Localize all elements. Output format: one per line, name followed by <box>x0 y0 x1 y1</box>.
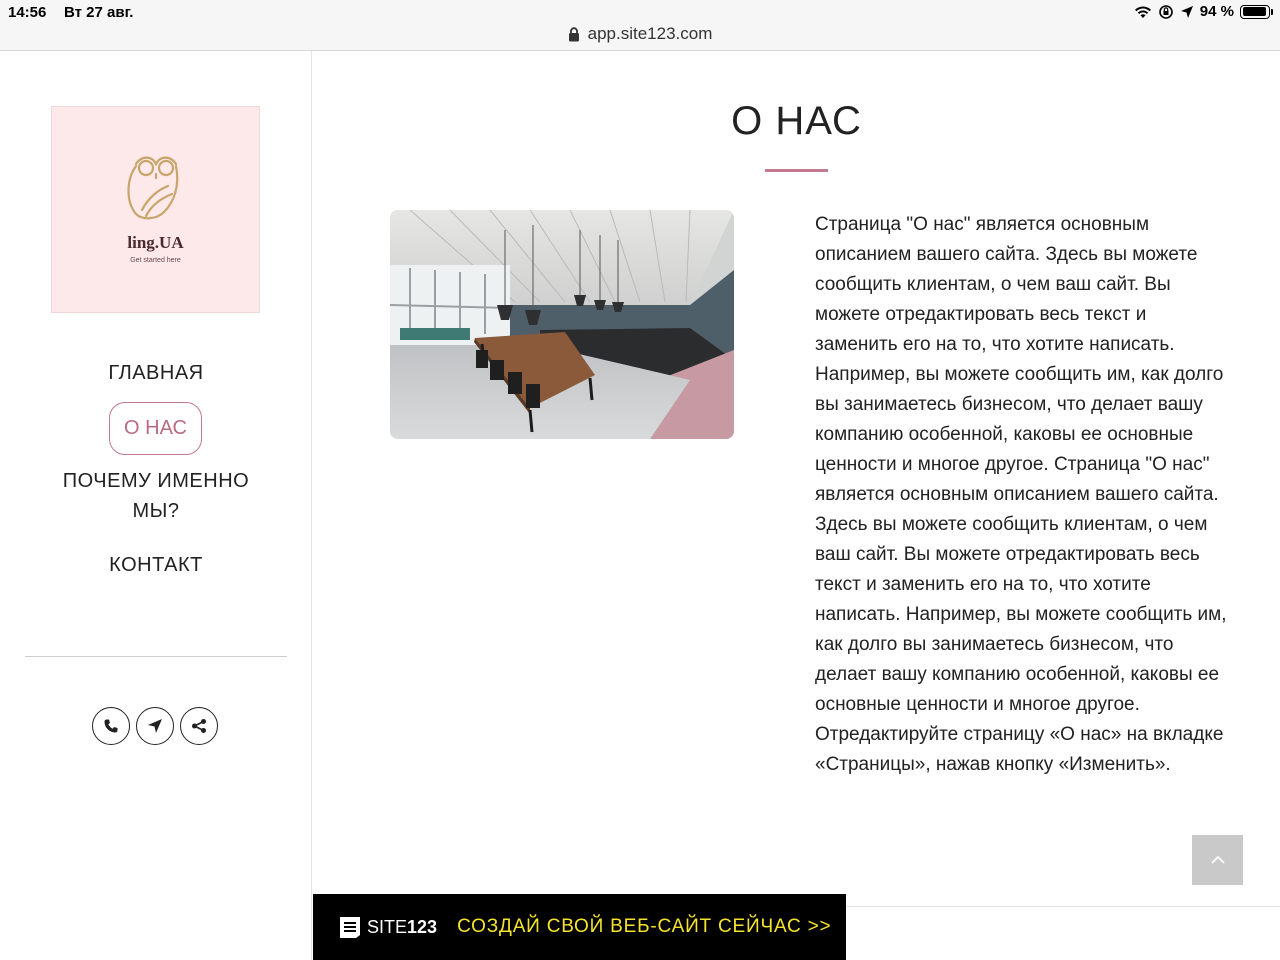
chevron-up-icon <box>1210 855 1225 864</box>
sidebar-divider <box>25 656 287 657</box>
about-text-line: Страница "О нас" является основным <box>815 214 1150 235</box>
about-text-line: написать. Например, вы можете сообщить и… <box>815 604 1227 625</box>
nav-item-about[interactable]: О НАС <box>109 402 202 455</box>
lock-icon <box>568 26 579 41</box>
status-date: Вт 27 авг. <box>64 4 134 21</box>
status-time: 14:56 <box>8 4 47 21</box>
main-content: О НАС Страница "О нас" является основным… <box>313 51 1280 960</box>
share-button[interactable] <box>180 707 218 745</box>
about-text-line: является основным описанием вашего сайта… <box>815 484 1219 505</box>
about-text-line: вы занимаетесь бизнесом, что делает вашу <box>815 394 1203 415</box>
about-text-line: делает вашу компанию особенной, каковы е… <box>815 664 1220 685</box>
create-site-link[interactable]: СОЗДАЙ СВОЙ ВЕБ-САЙТ СЕЙЧАС >> <box>457 916 831 938</box>
logo-tagline: Get started here <box>130 257 181 264</box>
site123-brand-prefix: SITE <box>367 916 408 937</box>
about-text-line: Отредактируйте страницу «О нас» на вклад… <box>815 724 1224 745</box>
location-arrow-icon <box>1180 5 1193 18</box>
nav-item-contact[interactable]: КОНТАКТ <box>0 554 312 577</box>
about-text-line: ценности и многое другое. Страница "О на… <box>815 454 1210 475</box>
site-logo[interactable]: ling.UA Get started here <box>51 106 260 313</box>
status-bar: 14:56 Вт 27 авг. 94 % <box>0 0 1280 26</box>
wifi-icon <box>1134 6 1151 18</box>
promo-banner[interactable]: SITE 123 СОЗДАЙ СВОЙ ВЕБ-САЙТ СЕЙЧАС >> <box>313 894 846 960</box>
battery-icon <box>1240 4 1273 19</box>
rotation-lock-icon <box>1158 4 1173 19</box>
about-text-line: Например, вы можете сообщить им, как дол… <box>815 364 1224 385</box>
phone-icon <box>104 719 118 733</box>
sidebar: ling.UA Get started here ГЛАВНАЯ О НАС П… <box>0 51 312 960</box>
owl-icon <box>127 156 179 220</box>
office-photo <box>390 210 734 439</box>
about-text-line: Здесь вы можете сообщить клиентам, о чем <box>815 514 1208 535</box>
site123-logo-icon <box>340 917 360 938</box>
about-text: Страница "О нас" является основным описа… <box>815 210 1255 780</box>
share-icon <box>192 719 206 733</box>
page-title: О НАС <box>731 99 862 143</box>
about-text-line: описанием вашего сайта. Здесь вы можете <box>815 244 1198 265</box>
status-right: 94 % <box>1134 3 1273 20</box>
location-arrow-icon <box>148 719 162 733</box>
logo-name: ling.UA <box>127 233 184 252</box>
site123-brand-suffix: 123 <box>407 916 438 937</box>
nav-item-why-us-line2[interactable]: МЫ? <box>0 500 312 523</box>
scroll-to-top-button[interactable] <box>1192 835 1243 885</box>
about-text-line: текст и заменить его на то, что хотите <box>815 574 1151 595</box>
about-text-line: «Страницы», нажав кнопку «Изменить». <box>815 754 1171 775</box>
about-text-line: основные ценности и многое другое. <box>815 694 1140 715</box>
title-underline <box>765 169 828 172</box>
battery-percent: 94 % <box>1199 3 1234 20</box>
address-bar[interactable]: app.site123.com <box>0 24 1280 51</box>
about-text-line: ваш сайт. Вы можете отредактировать весь <box>815 544 1200 565</box>
url-text[interactable]: app.site123.com <box>588 24 713 44</box>
site123-logo: SITE 123 <box>337 914 437 940</box>
about-text-line: можете отредактировать весь текст и <box>815 304 1147 325</box>
location-button[interactable] <box>136 707 174 745</box>
about-text-line: сообщить клиентам, о чем ваш сайт. Вы <box>815 274 1171 295</box>
about-text-line: как долго вы занимаетесь бизнесом, что <box>815 634 1174 655</box>
phone-button[interactable] <box>92 707 130 745</box>
about-text-line: компанию особенной, каковы ее основные <box>815 424 1194 445</box>
nav-item-why-us-line1[interactable]: ПОЧЕМУ ИМЕННО <box>0 470 312 493</box>
office-photo-illustration <box>390 210 734 439</box>
nav-item-home[interactable]: ГЛАВНАЯ <box>0 362 312 385</box>
about-text-line: заменить его на то, что хотите написать. <box>815 334 1175 355</box>
